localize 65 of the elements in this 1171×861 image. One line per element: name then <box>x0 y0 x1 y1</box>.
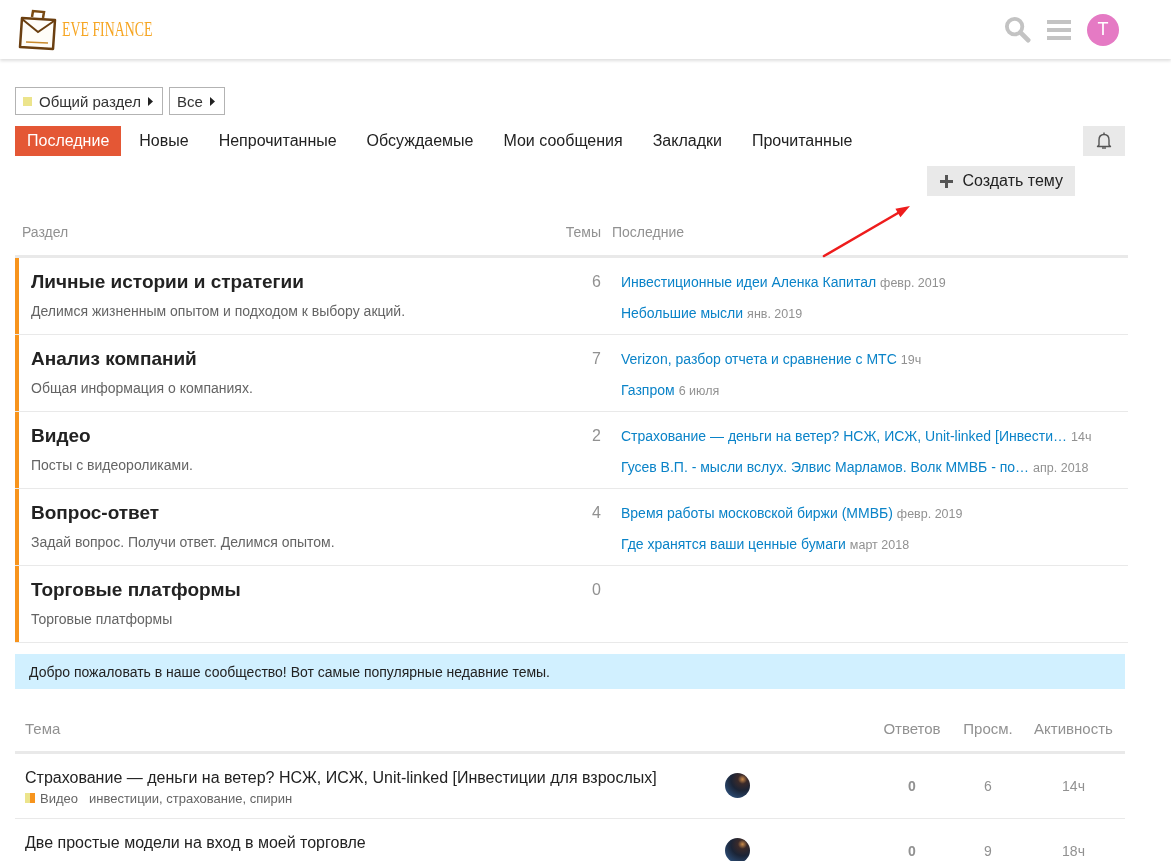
column-header[interactable]: Просм. <box>963 720 1013 737</box>
caret-icon <box>209 96 215 106</box>
view-count: 6 <box>984 778 992 794</box>
latest-topic-link[interactable]: Где хранятся ваши ценные бумаги <box>621 535 846 553</box>
nav-tab[interactable]: Последние <box>15 126 122 156</box>
category-description: Торговые платформы <box>31 611 173 627</box>
nav-tab[interactable]: Прочитанные <box>739 126 865 156</box>
notifications-button[interactable] <box>1083 126 1125 156</box>
activity-time[interactable]: 18ч <box>1062 843 1085 859</box>
column-header[interactable]: Активность <box>1034 720 1113 737</box>
category-title[interactable]: Личные истории и стратегии <box>31 271 304 292</box>
topic-count: 4 <box>592 504 601 521</box>
bell-icon <box>1096 132 1112 150</box>
nav-tab[interactable]: Мои сообщения <box>491 126 635 156</box>
latest-topic-link[interactable]: Газпром <box>621 381 675 399</box>
view-count: 9 <box>984 843 992 859</box>
category-dropdown[interactable]: Все <box>168 87 225 115</box>
nav-tab[interactable]: Непрочитанные <box>206 126 349 156</box>
column-header: Тема <box>25 720 61 737</box>
latest-topic-link[interactable]: Небольшие мысли <box>621 304 744 322</box>
avatar-photo[interactable] <box>725 773 750 798</box>
topic-date: 6 июля <box>678 384 720 398</box>
topic-title-link[interactable]: Две простые модели на вход в моей торговле <box>25 834 366 851</box>
nav-tab[interactable]: Закладки <box>640 126 734 156</box>
category-description: Делимся жизненным опытом и подходом к выбору акций. <box>31 303 406 319</box>
latest-topic-link[interactable]: Инвестиционные идеи Аленка Капитал <box>621 273 877 291</box>
latest-topic-link[interactable]: Verizon, разбор отчета и сравнение с МТС <box>621 350 897 368</box>
topic-date: 19ч <box>900 353 922 367</box>
topic-date: апр. 2018 <box>1033 461 1089 475</box>
topic-date: февр. 2019 <box>880 276 946 290</box>
column-header: Последние <box>612 224 684 240</box>
column-header: Темы <box>565 224 601 240</box>
category-description: Задай вопрос. Получи ответ. Делимся опытом. <box>31 534 335 550</box>
category-title[interactable]: Анализ компаний <box>31 348 197 369</box>
plus-icon <box>939 174 953 188</box>
topic-count: 0 <box>592 581 601 598</box>
latest-topic-link[interactable]: Страхование — деньги на ветер? НСЖ, ИСЖ, Unit-linked [Инвести… <box>621 427 1068 445</box>
topic-count: 6 <box>592 273 601 290</box>
caret-icon <box>147 96 153 106</box>
create-topic-button[interactable]: Создать тему <box>926 166 1075 196</box>
category-description: Общая информация о компаниях. <box>31 380 253 396</box>
column-header: Раздел <box>22 224 69 240</box>
nav-tab[interactable]: Обсуждаемые <box>354 126 486 156</box>
topic-date: февр. 2019 <box>896 507 963 521</box>
topic-count: 7 <box>592 350 601 367</box>
nav-tab[interactable]: Новые <box>127 126 201 156</box>
category-title[interactable]: Видео <box>31 425 91 446</box>
briefcase-logo-icon[interactable] <box>18 7 58 52</box>
topic-title-link[interactable]: Страхование — деньги на ветер? НСЖ, ИСЖ, Unit-linked [Инвестиции для взрослых] <box>25 769 657 786</box>
category-link[interactable]: Видео <box>40 790 78 806</box>
category-dropdown[interactable]: Общий раздел <box>15 87 163 115</box>
topic-date: янв. 2019 <box>747 307 803 321</box>
topic-date: 14ч <box>1071 430 1092 444</box>
category-title[interactable]: Торговые платформы <box>31 579 241 600</box>
topic-tags[interactable]: инвестиции, страхование, спирин <box>89 790 293 806</box>
reply-count: 0 <box>908 778 916 794</box>
latest-topic-link[interactable]: Время работы московской биржи (ММВБ) <box>621 504 893 522</box>
latest-topic-link[interactable]: Гусев В.П. - мысли вслух. Элвис Марламов. Волк ММВБ - по… <box>621 458 1030 476</box>
category-description: Посты с видеороликами. <box>31 457 193 473</box>
reply-count: 0 <box>908 843 916 859</box>
topic-count: 2 <box>592 427 601 444</box>
category-title[interactable]: Вопрос-ответ <box>31 502 160 523</box>
topic-date: март 2018 <box>849 538 910 552</box>
welcome-banner: Добро пожаловать в наше сообщество! Вот самые популярные недавние темы. <box>15 654 1125 689</box>
avatar-photo[interactable] <box>725 838 750 861</box>
